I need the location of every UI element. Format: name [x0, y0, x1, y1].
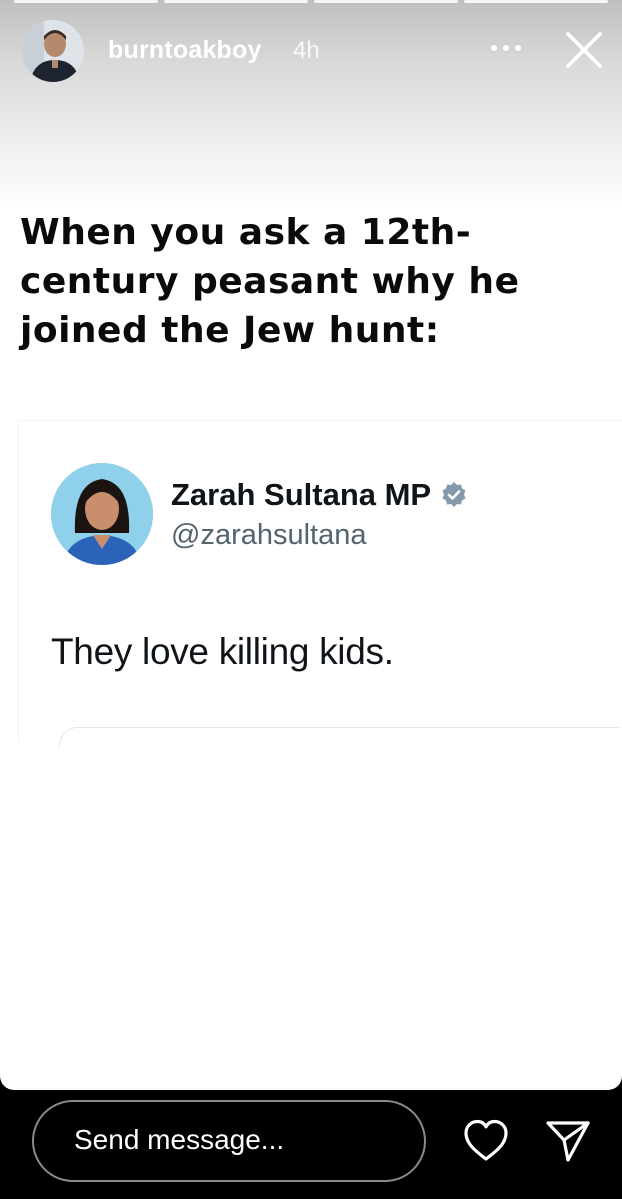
heart-icon[interactable]	[462, 1118, 510, 1164]
verified-badge-icon	[442, 482, 466, 507]
progress-segment	[314, 0, 458, 3]
send-message-placeholder: Send message...	[74, 1124, 285, 1155]
story-progress-bar	[14, 0, 608, 4]
tweet-handle: @zarahsultana	[171, 519, 367, 551]
send-message-input[interactable]: Send message...	[32, 1100, 426, 1182]
person-avatar-icon	[51, 463, 153, 565]
close-icon[interactable]	[562, 28, 606, 72]
person-avatar-icon	[22, 20, 84, 82]
tweet-screenshot: Zarah Sultana MP @zarahsultana They love…	[18, 420, 622, 748]
progress-segment	[164, 0, 308, 3]
tweet-text: They love killing kids.	[51, 631, 394, 672]
story-timestamp: 4h	[293, 37, 320, 64]
more-horizontal-icon[interactable]	[488, 36, 524, 60]
profile-avatar[interactable]	[22, 20, 84, 82]
story-username[interactable]: burntoakboy	[108, 36, 262, 65]
tweet-display-name: Zarah Sultana MP	[171, 477, 432, 512]
story-viewer[interactable]: burntoakboy 4h When you ask a 12th-centu…	[0, 0, 622, 1090]
tweet-divider	[59, 727, 620, 748]
meme-caption: When you ask a 12th-century peasant why …	[20, 212, 520, 351]
tweet-author-row: Zarah Sultana MP	[171, 477, 469, 513]
tweet-author-avatar	[51, 463, 153, 565]
story-header: burntoakboy 4h	[0, 18, 622, 82]
story-reply-bar: Send message...	[0, 1090, 622, 1199]
progress-segment	[14, 0, 158, 3]
progress-segment	[464, 0, 608, 3]
send-icon[interactable]	[544, 1118, 592, 1164]
